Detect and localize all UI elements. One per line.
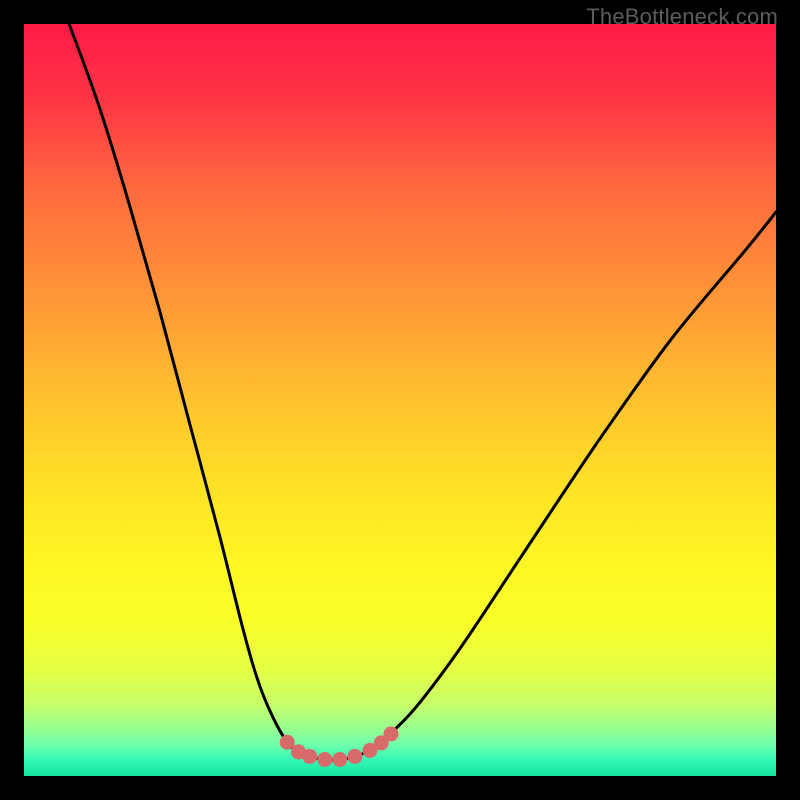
curve-valley-dot [332, 752, 347, 767]
curve-valley-dot [347, 749, 362, 764]
plot-area [24, 24, 776, 776]
curve-valley-dot [317, 752, 332, 767]
curve-valley-dot [302, 749, 317, 764]
curve-valley-dot [280, 735, 295, 750]
bottleneck-curve [24, 24, 776, 776]
curve-valley-dot [384, 726, 399, 741]
watermark-text: TheBottleneck.com [586, 4, 778, 30]
chart-frame: TheBottleneck.com [0, 0, 800, 800]
